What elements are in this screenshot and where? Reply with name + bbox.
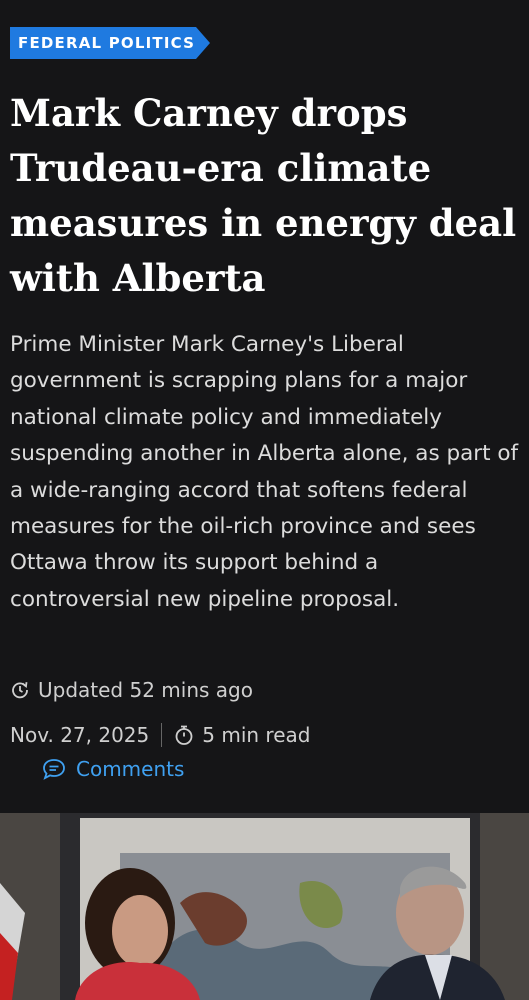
article-photo[interactable]: [0, 813, 529, 1000]
read-time: 5 min read: [202, 723, 311, 747]
comments-link[interactable]: Comments: [42, 757, 184, 781]
comments-label: Comments: [76, 757, 185, 781]
speech-bubble-icon: [42, 758, 66, 780]
stopwatch-icon: [174, 724, 194, 746]
refresh-clock-icon: [10, 680, 30, 700]
section-tag[interactable]: FEDERAL POLITICS: [10, 27, 210, 59]
updated-line: Updated 52 mins ago: [10, 678, 253, 702]
meta-divider: [161, 723, 163, 747]
article-dek: Prime Minister Mark Carney's Liberal gov…: [10, 332, 519, 612]
photo-illustration: [0, 813, 529, 1000]
article-headline: Mark Carney drops Trudeau-era climate me…: [10, 91, 517, 300]
dateline: Nov. 27, 2025 5 min read: [10, 723, 310, 747]
updated-text: Updated 52 mins ago: [38, 678, 253, 702]
publish-date: Nov. 27, 2025: [10, 723, 150, 747]
